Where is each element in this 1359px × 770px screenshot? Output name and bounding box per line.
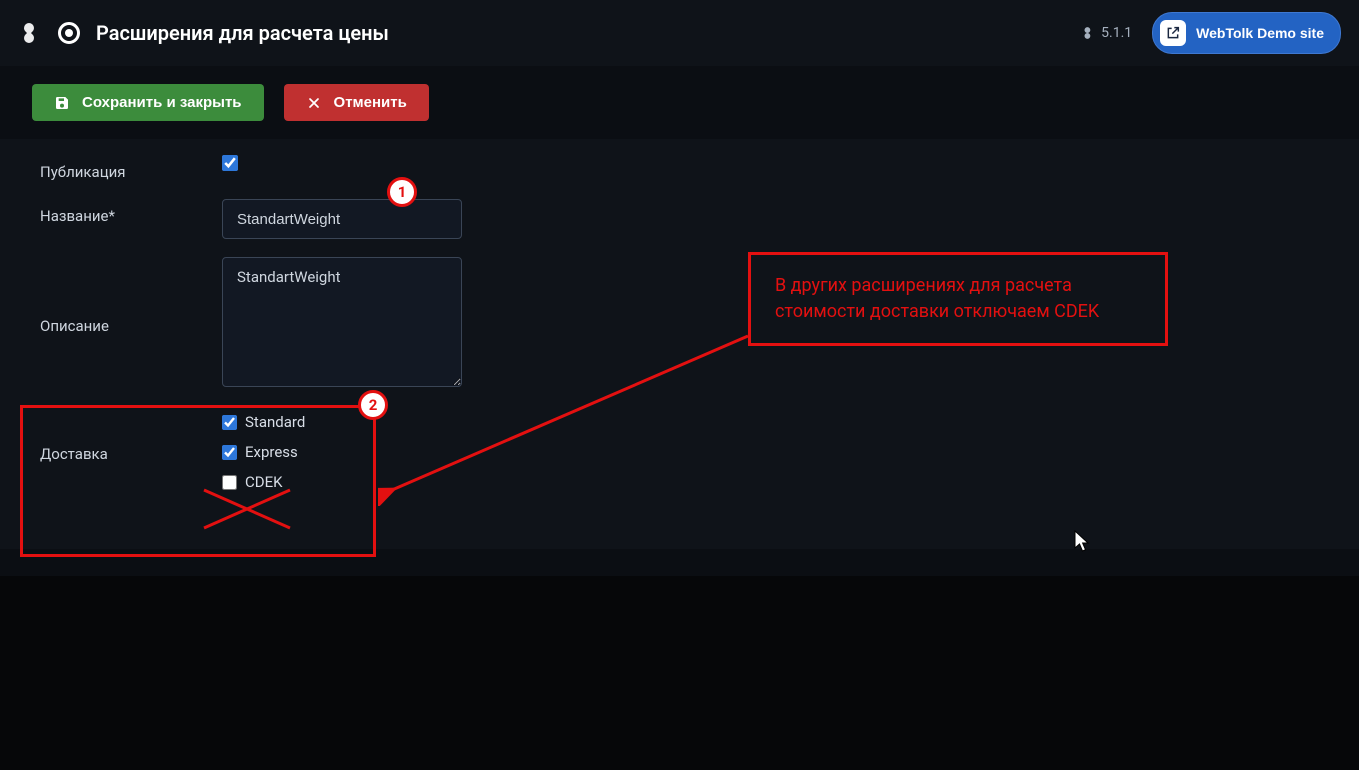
annotation-badge-1: 1 [387,177,417,207]
label-delivery: Доставка [40,409,222,463]
save-icon [54,95,70,111]
checkbox-standard-label: Standard [245,413,305,431]
checkbox-standard[interactable] [222,415,237,430]
label-name: Название* [40,199,222,225]
header-left: Расширения для расчета цены [18,21,389,45]
page-title: Расширения для расчета цены [96,21,389,45]
radio-icon [58,22,80,44]
mouse-cursor-icon [1074,530,1092,554]
label-description: Описание [40,257,222,335]
row-name: Название* 1 [40,199,1327,239]
lower-empty-area [0,576,1359,770]
close-icon [306,95,322,111]
checkbox-express[interactable] [222,445,237,460]
name-input[interactable] [222,199,462,239]
annotation-callout-text: В других расширениях для расчета стоимос… [775,275,1099,322]
checkbox-cdek[interactable] [222,475,237,490]
version-text: 5.1.1 [1101,25,1132,41]
joomla-logo-icon [18,21,42,45]
external-link-icon [1160,20,1186,46]
preview-site-label: WebTolk Demo site [1196,25,1324,41]
annotation-callout: В других расширениях для расчета стоимос… [748,252,1168,346]
description-textarea[interactable]: StandartWeight [222,257,462,387]
row-delivery: Доставка Standard Express CDEK [40,409,1327,491]
save-button-label: Сохранить и закрыть [82,94,242,111]
header-right: 5.1.1 WebTolk Demo site [1081,12,1341,54]
cancel-button[interactable]: Отменить [284,84,429,121]
toolbar: Сохранить и закрыть Отменить [0,66,1359,139]
label-publish: Публикация [40,155,222,181]
header-bar: Расширения для расчета цены 5.1.1 WebTol… [0,0,1359,66]
checkbox-express-label: Express [245,443,298,461]
version-label: 5.1.1 [1081,25,1132,41]
delivery-option-standard[interactable]: Standard [222,413,305,431]
cancel-button-label: Отменить [334,94,407,111]
annotation-badge-2: 2 [358,390,388,420]
save-and-close-button[interactable]: Сохранить и закрыть [32,84,264,121]
delivery-option-express[interactable]: Express [222,443,305,461]
delivery-options: Standard Express CDEK [222,409,305,491]
publish-checkbox[interactable] [222,155,238,171]
delivery-option-cdek[interactable]: CDEK [222,473,305,491]
row-publish: Публикация [40,155,1327,181]
joomla-small-icon [1081,26,1095,40]
checkbox-cdek-label: CDEK [245,473,283,491]
preview-site-button[interactable]: WebTolk Demo site [1152,12,1341,54]
